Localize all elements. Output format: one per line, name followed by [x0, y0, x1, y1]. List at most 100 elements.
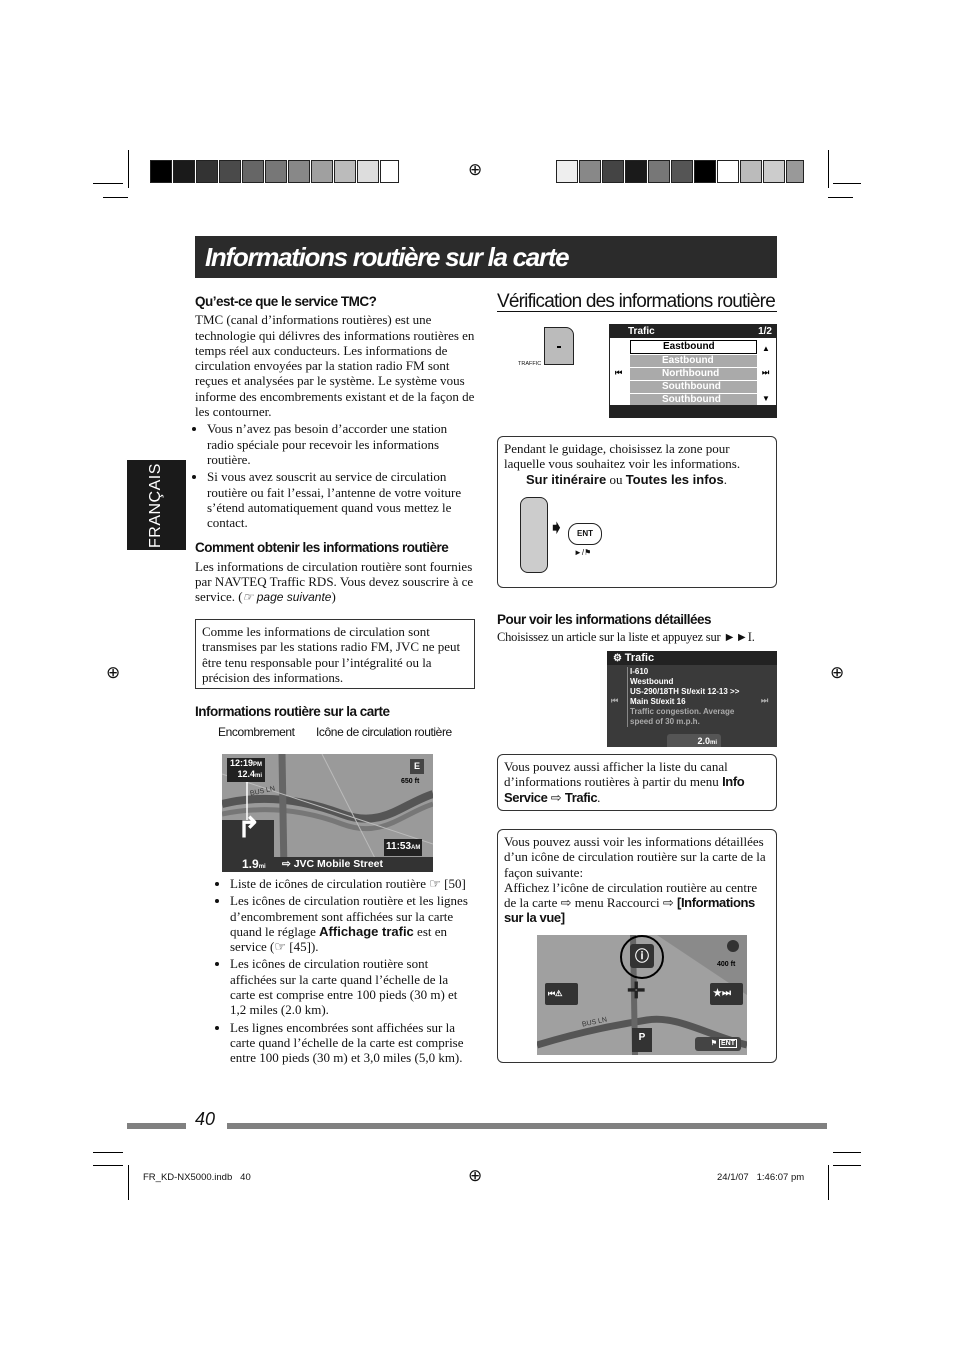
registration-mark-icon: ⊕	[468, 1166, 483, 1185]
scroll-down-icon[interactable]: ▼	[762, 391, 770, 406]
info-icon[interactable]: ⓘ	[620, 935, 664, 979]
section-title: Vérification des informations routière	[497, 292, 777, 313]
option-all-info: Toutes les infos	[625, 471, 724, 487]
clock-suffix: AM	[411, 845, 421, 851]
time-suffix: PM	[253, 762, 263, 768]
page-title: Informations routière sur la carte	[205, 242, 570, 272]
paragraph: TMC (canal d’informations routières) est…	[195, 312, 475, 420]
item-label: Eastbound	[663, 341, 715, 352]
traffic-list-item[interactable]: Eastbound	[630, 340, 757, 354]
traffic-list-item[interactable]: Southbound	[630, 381, 757, 393]
distance-unit: mi	[709, 740, 717, 746]
section-heading: Informations routière sur la carte	[195, 704, 390, 719]
ent-flag-button[interactable]: ⚑ ENT	[695, 1037, 741, 1051]
section-heading: Comment obtenir les informations routièr…	[195, 540, 449, 556]
title-bar: Informations routière sur la carte	[195, 236, 777, 278]
bullet-item: Les icônes de circulation routière sont …	[230, 956, 476, 1017]
manual-page: ⊕ ⊕ ⊕ Informations routière sur la carte…	[0, 0, 954, 1351]
setting-name: Affichage trafic	[319, 923, 414, 939]
text: )	[331, 589, 336, 605]
item-label: Southbound	[662, 381, 721, 392]
callout-label: Encombrement	[218, 725, 295, 739]
distance: 2.0	[697, 736, 710, 746]
footer-bar-right	[227, 1123, 827, 1129]
traffic-button-label: TRAFFIC	[518, 361, 542, 367]
bullet-item: Liste de icônes de circulation routière …	[230, 876, 476, 891]
language-tab: FRANÇAIS	[127, 460, 186, 550]
map-scale: 650 ft	[401, 778, 420, 785]
clock-time: 11:53	[386, 841, 412, 852]
traffic-list-screen: Trafic 1/2 Eastbound Eastbound Northbound…	[609, 324, 777, 418]
print-date: 24/1/07 1:46:07 pm	[717, 1172, 805, 1183]
text: ou	[606, 471, 626, 487]
cursor-crosshair-icon: ✛	[627, 978, 646, 1003]
next-icon[interactable]: ⏭	[762, 365, 769, 380]
previous-icon[interactable]: ⏮	[611, 693, 618, 708]
registration-mark-icon: ⊕	[106, 663, 121, 682]
page-number: 40	[195, 1109, 216, 1129]
arrow-right-icon: ➧	[548, 517, 565, 539]
parking-button[interactable]: P	[632, 1028, 652, 1052]
registration-mark-icon: ⊕	[468, 160, 483, 179]
traffic-icon: ⚙	[613, 653, 625, 664]
previous-traffic-button[interactable]: ⏮⚠	[545, 983, 578, 1005]
map-scale: 400 ft	[717, 961, 736, 968]
detail-line: US-290/18TH St/exit 12-13 >>	[630, 687, 740, 696]
bullet-item: Les icônes de circulation routière et le…	[230, 893, 476, 954]
time: 12:19	[230, 758, 254, 768]
favorite-next-button[interactable]: ★⏭	[710, 983, 743, 1005]
option-on-route: Sur itinéraire	[526, 471, 607, 487]
detail-description: Traffic congestion. Average speed of 30 …	[630, 707, 735, 726]
page-indicator: 1/2	[758, 326, 772, 337]
item-label: Southbound	[662, 394, 721, 405]
bullet-item: Vous n’avez pas besoin d’accorder une st…	[207, 421, 477, 467]
text: Vous pouvez aussi voir les informations …	[504, 834, 766, 880]
ent-sub-label: ►/⚑	[574, 548, 592, 557]
callout-label: Icône de circulation routière	[316, 725, 452, 739]
language-label: FRANÇAIS	[147, 463, 164, 548]
instruction-text: Pendant le guidage, choisissez la zone p…	[504, 441, 741, 472]
ent-button[interactable]: ENT	[568, 523, 602, 545]
arrow: ⇨	[547, 789, 565, 805]
left-column: Qu’est-ce que le service TMC? TMC (canal…	[195, 294, 477, 606]
traffic-button[interactable]	[544, 327, 574, 365]
registration-mark-icon: ⊕	[830, 663, 845, 682]
info-box: Vous pouvez aussi afficher la liste du c…	[497, 754, 777, 811]
traffic-list-item[interactable]: Northbound	[630, 368, 757, 380]
text: .	[723, 471, 727, 487]
traffic-detail-screen: ⚙ Trafic I-610 Westbound US-290/18TH St/…	[607, 651, 777, 747]
text: Vous pouvez aussi afficher la liste du c…	[504, 759, 728, 790]
bullet-item: Si vous avez souscrit au service de circ…	[207, 469, 477, 530]
distance-readout: 2.0mi	[667, 734, 721, 747]
traffic-list-item[interactable]: Eastbound	[630, 355, 757, 367]
turn-right-arrow-icon: ↱	[237, 812, 261, 843]
detail-line: Main St/exit 16	[630, 697, 686, 706]
section-heading: Qu’est-ce que le service TMC?	[195, 294, 377, 309]
next-icon[interactable]: ⏭	[761, 693, 768, 708]
street-bar: ⇨ JVC Mobile Street	[274, 857, 433, 872]
turn-distance: 1.9	[242, 857, 259, 871]
file-info: FR_KD-NX5000.indb 40	[143, 1172, 251, 1183]
previous-icon[interactable]: ⏮	[615, 365, 622, 380]
footer-bar-left	[127, 1123, 186, 1129]
menu-item: Trafic	[564, 789, 598, 805]
detail-line: I-610	[630, 667, 649, 676]
instruction-box: Pendant le guidage, choisissez la zone p…	[497, 436, 777, 588]
map-screenshot: ⓘ 400 ft ⏮⚠ ★⏭ ✛ BUS LN P ⚑ ENT	[537, 935, 747, 1055]
distance-unit: mi	[255, 773, 263, 779]
screen-title: Trafic	[628, 326, 655, 337]
compass-icon[interactable]	[727, 940, 739, 952]
ent-label: ENT	[719, 1039, 737, 1048]
distance: 12.4	[237, 769, 256, 779]
paragraph: Les informations de circulation routière…	[195, 559, 477, 606]
item-label: Eastbound	[662, 355, 714, 366]
page-reference-link[interactable]: ☞ page suivante	[243, 590, 332, 604]
bullet-item: Les lignes encombrées sont affichées sur…	[230, 1020, 476, 1066]
control-stick-icon[interactable]	[520, 497, 548, 573]
detail-line: Westbound	[630, 677, 674, 686]
compass[interactable]: E	[410, 759, 425, 775]
note-box: Comme les informations de circulation so…	[195, 619, 475, 689]
turn-panel: ↱ 1.9mi	[222, 812, 274, 872]
scroll-up-icon[interactable]: ▲	[762, 341, 770, 356]
time-panel: 12:19PM 12.4mi	[227, 758, 266, 782]
